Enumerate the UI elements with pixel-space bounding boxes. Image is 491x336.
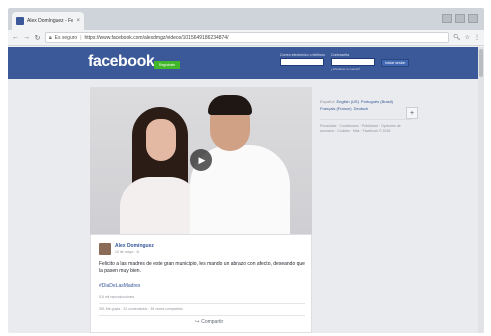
- browser-window: Alex Domínguez - Felicito a... × ← → ↻ 🔒…: [8, 8, 484, 333]
- view-count: 5,8 mil reproducciones: [99, 295, 135, 299]
- zoom-icon[interactable]: 🔍︎: [453, 34, 461, 41]
- close-window-button[interactable]: [468, 14, 478, 23]
- language-current: Español: [320, 99, 335, 104]
- man-hair: [208, 95, 252, 115]
- hashtag-link[interactable]: #DiaDeLasMadres: [99, 283, 140, 289]
- footer-links[interactable]: Privacidad · Condiciones · Publicidad · …: [320, 124, 412, 134]
- reload-icon[interactable]: ↻: [34, 34, 41, 42]
- woman-face: [146, 119, 176, 161]
- facebook-favicon-icon: [16, 17, 24, 25]
- sidebar-divider: [320, 119, 412, 120]
- post-date-text[interactable]: 10 de mayo ·: [115, 250, 136, 254]
- browser-tab[interactable]: Alex Domínguez - Felicito a... ×: [12, 12, 84, 30]
- post-divider: [99, 303, 305, 304]
- facebook-logo[interactable]: facebook: [88, 53, 155, 71]
- language-list: Español English (US) Português (Brasil) …: [320, 99, 420, 111]
- email-input[interactable]: [280, 58, 324, 66]
- share-button[interactable]: ↪ Compartir: [195, 319, 223, 325]
- language-link[interactable]: English (US): [336, 99, 358, 104]
- play-icon[interactable]: ▶: [190, 149, 212, 171]
- reaction-stats[interactable]: 391 Me gusta · 22 comentarios · 39 veces…: [99, 307, 183, 311]
- language-link[interactable]: Deutsch: [354, 106, 369, 111]
- post-divider: [99, 315, 305, 316]
- post-date: 10 de mayo · 🌐︎: [115, 250, 139, 254]
- login-button[interactable]: Iniciar sesión: [380, 59, 410, 67]
- minimize-button[interactable]: [442, 14, 452, 23]
- scrollbar[interactable]: [478, 47, 484, 333]
- language-link[interactable]: Français (France): [320, 106, 352, 111]
- maximize-button[interactable]: [455, 14, 465, 23]
- scrollbar-thumb[interactable]: [479, 49, 483, 77]
- lock-icon: 🔒︎: [49, 34, 52, 41]
- language-link[interactable]: Português (Brasil): [361, 99, 393, 104]
- address-separator: |: [80, 34, 82, 41]
- address-bar[interactable]: 🔒︎ Es seguro | https://www.facebook.com/…: [45, 32, 449, 43]
- secure-label: Es seguro: [54, 34, 78, 41]
- register-button[interactable]: Regístrate: [154, 61, 180, 69]
- password-input[interactable]: [330, 58, 375, 66]
- back-arrow-icon[interactable]: ←: [12, 34, 19, 41]
- bookmark-star-icon[interactable]: ☆: [465, 34, 470, 41]
- share-label: Compartir: [201, 319, 224, 325]
- address-url: https://www.facebook.com/alexdmgz/videos…: [84, 34, 229, 41]
- facebook-header: facebook Regístrate Correo electrónico o…: [8, 47, 484, 79]
- email-field-group: Correo electrónico o teléfono: [280, 53, 325, 66]
- password-field-group: Contraseña ¿Olvidaste tu cuenta?: [330, 53, 375, 71]
- email-label: Correo electrónico o teléfono: [280, 53, 325, 57]
- browser-toolbar: ← → ↻ 🔒︎ Es seguro | https://www.faceboo…: [8, 30, 484, 46]
- share-icon: ↪: [195, 319, 200, 325]
- tab-close-icon[interactable]: ×: [76, 18, 80, 24]
- post-card: Alex Domínguez 10 de mayo · 🌐︎ Felicito …: [90, 234, 312, 333]
- post-text: Felicito a las madres de este gran munic…: [99, 261, 305, 274]
- password-label: Contraseña: [330, 53, 350, 57]
- more-languages-plus-icon[interactable]: +: [406, 107, 418, 119]
- forgot-account-link[interactable]: ¿Olvidaste tu cuenta?: [331, 67, 375, 71]
- page-content: ▶ Español English (US) Português (Brasil…: [8, 79, 484, 333]
- window-controls: [442, 14, 478, 23]
- toolbar-icons: 🔍︎ ☆ ⋮: [453, 34, 480, 41]
- avatar[interactable]: [99, 243, 111, 255]
- tab-title: Alex Domínguez - Felicito a...: [27, 18, 74, 24]
- forward-arrow-icon[interactable]: →: [23, 34, 30, 41]
- video-player[interactable]: ▶: [90, 87, 312, 234]
- menu-icon[interactable]: ⋮: [474, 34, 480, 41]
- globe-icon: 🌐︎: [136, 250, 140, 254]
- login-form: Correo electrónico o teléfono Contraseña…: [280, 53, 410, 71]
- woman-body: [120, 177, 200, 234]
- tab-bar: Alex Domínguez - Felicito a... ×: [8, 8, 484, 30]
- right-sidebar: Español English (US) Português (Brasil) …: [320, 99, 420, 134]
- post-author[interactable]: Alex Domínguez: [115, 243, 154, 249]
